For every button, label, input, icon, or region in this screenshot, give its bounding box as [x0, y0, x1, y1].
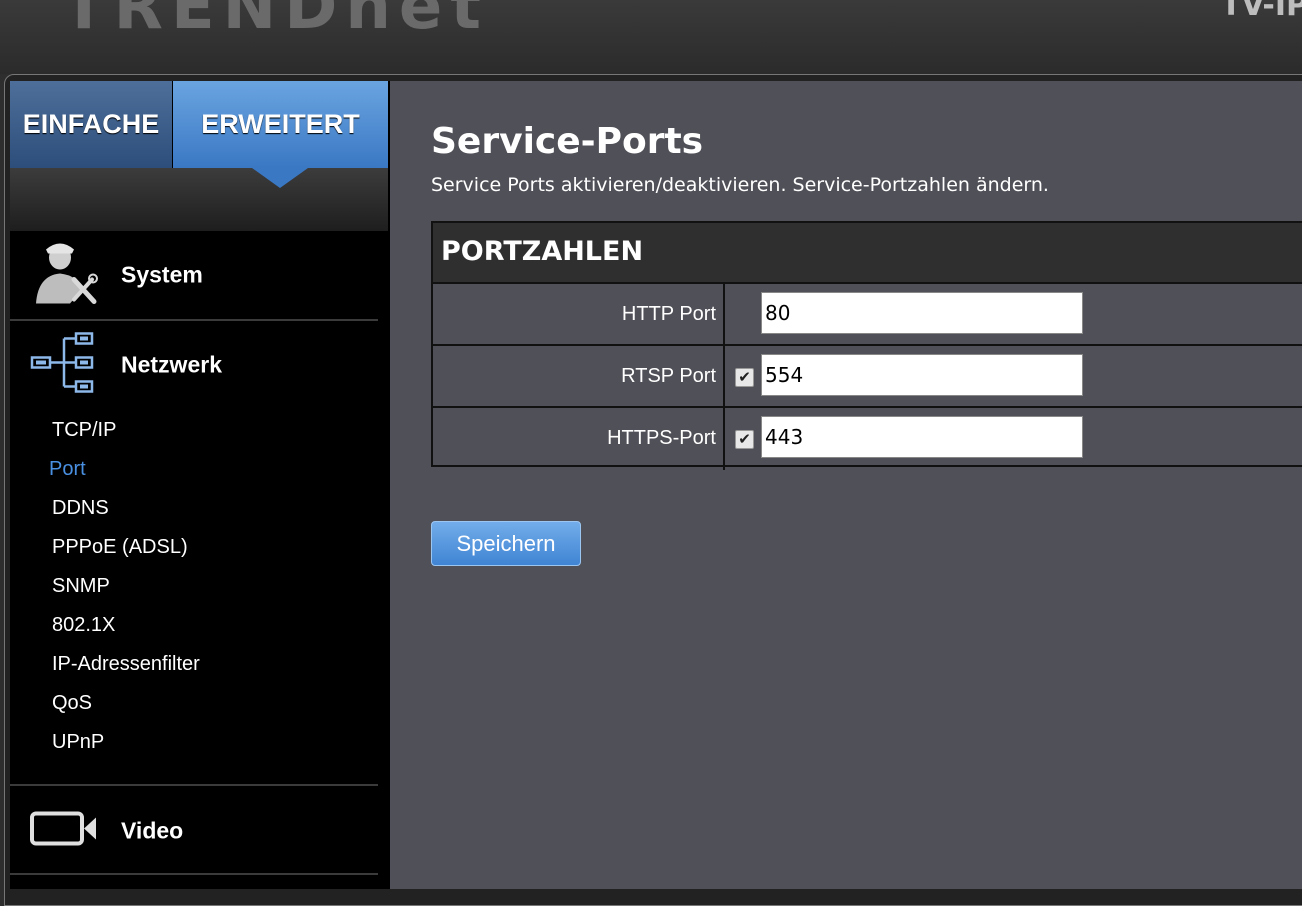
- sidebar-item-ddns[interactable]: DDNS: [52, 497, 109, 520]
- sidebar-item-upnp[interactable]: UPnP: [52, 731, 104, 754]
- table-header: PORTZAHLEN: [433, 223, 1302, 284]
- check-icon: ✔: [738, 369, 751, 386]
- rtsp-port-input[interactable]: [761, 354, 1083, 396]
- sidebar-category-label: Netzwerk: [121, 351, 222, 378]
- sidebar-item-port[interactable]: Port: [49, 458, 86, 481]
- https-enable-checkbox[interactable]: ✔: [735, 430, 754, 449]
- port-table: PORTZAHLEN HTTP Port RTSP Port ✔ HTTPS-P…: [431, 221, 1302, 470]
- sidebar-category-label: Video: [121, 817, 184, 844]
- http-port-input[interactable]: [761, 292, 1083, 334]
- sidebar-item-tcpip[interactable]: TCP/IP: [52, 419, 116, 442]
- table-row: RTSP Port ✔: [433, 346, 1302, 408]
- page-title: Service-Ports: [431, 121, 704, 162]
- tab-basic-label: EINFACHE: [22, 109, 160, 139]
- rtsp-enable-checkbox[interactable]: ✔: [735, 368, 754, 387]
- rtsp-port-label: RTSP Port: [433, 346, 725, 406]
- tab-advanced[interactable]: ERWEITERT: [173, 81, 388, 168]
- sidebar-item-pppoe[interactable]: PPPoE (ADSL): [52, 536, 188, 559]
- active-tab-pointer: [252, 168, 308, 188]
- sidebar-item-8021x[interactable]: 802.1X: [52, 614, 115, 637]
- tab-strip: [10, 168, 388, 231]
- page-description: Service Ports aktivieren/deaktivieren. S…: [431, 174, 1049, 196]
- user-tools-icon: [30, 238, 100, 313]
- sidebar-item-qos[interactable]: QoS: [52, 692, 92, 715]
- table-row: HTTP Port: [433, 284, 1302, 346]
- sidebar-category-network[interactable]: Netzwerk: [10, 321, 378, 409]
- top-header: TRENDnet TV-IP: [0, 0, 1302, 74]
- sidebar-item-snmp[interactable]: SNMP: [52, 575, 110, 598]
- sidebar-category-video[interactable]: Video: [10, 787, 378, 875]
- tab-basic[interactable]: EINFACHE: [10, 81, 172, 168]
- https-port-input[interactable]: [761, 416, 1083, 458]
- brand-logo: TRENDnet: [62, 0, 489, 44]
- save-button[interactable]: Speichern: [431, 521, 581, 566]
- check-icon: ✔: [738, 431, 751, 448]
- sidebar-item-ip-filter[interactable]: IP-Adressenfilter: [52, 653, 200, 676]
- http-port-label: HTTP Port: [433, 284, 725, 344]
- sidebar-category-system[interactable]: System: [10, 231, 378, 319]
- model-name: TV-IP: [1220, 0, 1302, 23]
- table-header-label: PORTZAHLEN: [441, 236, 644, 267]
- content-panel: Service-Ports Service Ports aktivieren/d…: [390, 81, 1302, 889]
- network-tree-icon: [30, 330, 96, 401]
- divider: [10, 873, 378, 875]
- sidebar: EINFACHE ERWEITERT System Netzwerk TCP/I…: [10, 81, 404, 889]
- video-camera-icon: [30, 809, 100, 854]
- table-row: HTTPS-Port ✔: [433, 408, 1302, 470]
- sidebar-category-label: System: [121, 261, 203, 288]
- https-port-label: HTTPS-Port: [433, 408, 725, 470]
- divider: [10, 784, 378, 786]
- tab-advanced-label: ERWEITERT: [201, 109, 360, 139]
